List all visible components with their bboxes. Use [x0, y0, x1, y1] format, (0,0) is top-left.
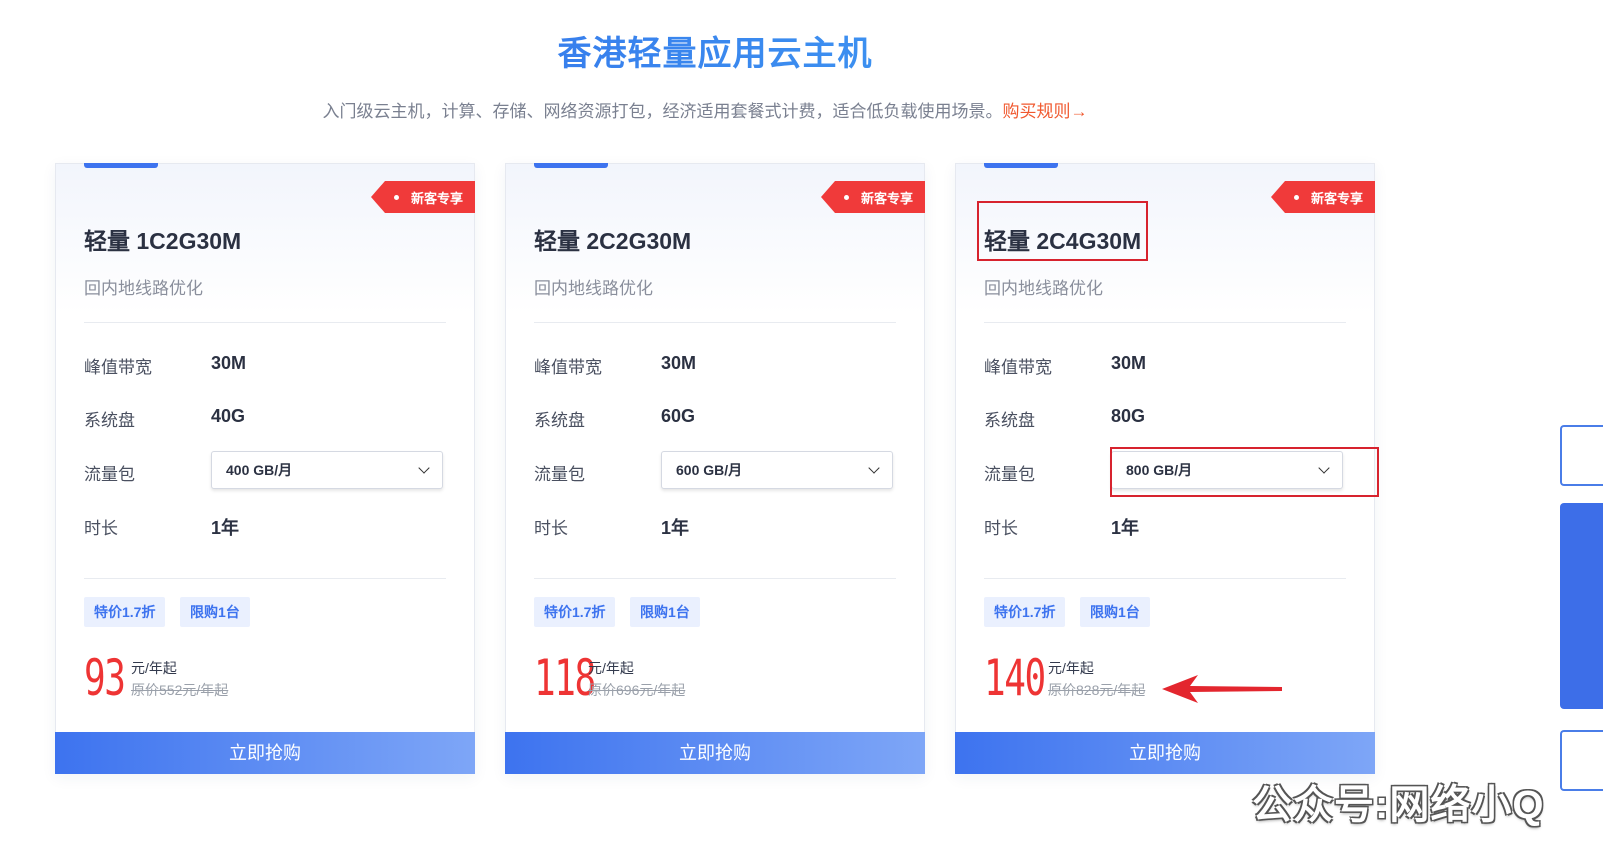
bandwidth-value: 30M — [1111, 353, 1147, 373]
price-value: 93 — [84, 649, 126, 707]
divider — [984, 578, 1346, 579]
duration-value: 1年 — [661, 518, 690, 538]
price-value: 140 — [984, 649, 1046, 707]
traffic-select[interactable]: 400 GB/月 — [211, 451, 443, 489]
divider — [984, 322, 1346, 323]
limit-tag: 限购1台 — [630, 597, 700, 627]
badge-label: 新客专享 — [860, 190, 913, 206]
traffic-label: 流量包 — [984, 465, 1035, 484]
original-price: 原价696元/年起 — [588, 682, 686, 698]
badge-label: 新客专享 — [410, 190, 463, 206]
buy-now-button[interactable]: 立即抢购 — [55, 732, 475, 774]
new-customer-badge: 新客专享 — [821, 181, 925, 213]
side-widget-top[interactable] — [1560, 425, 1603, 486]
original-price: 原价552元/年起 — [131, 682, 229, 698]
traffic-select-value: 400 GB/月 — [226, 462, 293, 478]
badge-dot-icon — [1293, 194, 1299, 200]
divider — [84, 578, 446, 579]
duration-label: 时长 — [84, 519, 118, 538]
side-widget-bottom[interactable] — [1560, 730, 1603, 791]
bandwidth-value: 30M — [211, 353, 247, 373]
new-customer-badge: 新客专享 — [1271, 181, 1375, 213]
divider — [84, 322, 446, 323]
duration-label: 时长 — [534, 519, 568, 538]
buy-now-button[interactable]: 立即抢购 — [955, 732, 1375, 774]
disk-value: 40G — [211, 406, 246, 426]
plan-card-1c2g: 新客专享 轻量 1C2G30M 回内地线路优化 峰值带宽 30M 系统盘 40G… — [55, 163, 475, 774]
plan-name: 轻量 2C2G30M — [534, 228, 692, 254]
traffic-select[interactable]: 600 GB/月 — [661, 451, 893, 489]
bandwidth-value: 30M — [661, 353, 697, 373]
discount-tag: 特价1.7折 — [84, 597, 166, 627]
badge-label: 新客专享 — [1310, 190, 1363, 206]
plan-name: 轻量 1C2G30M — [84, 228, 242, 254]
chevron-down-icon — [418, 462, 430, 474]
badge-dot-icon — [843, 194, 849, 200]
bandwidth-label: 峰值带宽 — [534, 358, 602, 377]
divider — [534, 578, 896, 579]
bandwidth-label: 峰值带宽 — [84, 358, 152, 377]
disk-label: 系统盘 — [534, 411, 585, 430]
badge-dot-icon — [393, 194, 399, 200]
disk-label: 系统盘 — [984, 411, 1035, 430]
chevron-down-icon — [868, 462, 880, 474]
page-subtitle: 入门级云主机，计算、存储、网络资源打包，经济适用套餐式计费，适合低负载使用场景。… — [0, 97, 1410, 122]
plan-subtitle: 回内地线路优化 — [534, 279, 653, 298]
discount-tag: 特价1.7折 — [534, 597, 616, 627]
traffic-select-value: 600 GB/月 — [676, 462, 743, 478]
price-unit: 元/年起 — [1048, 660, 1094, 676]
subtitle-text: 入门级云主机，计算、存储、网络资源打包，经济适用套餐式计费，适合低负载使用场景。 — [322, 102, 1003, 121]
bandwidth-label: 峰值带宽 — [984, 358, 1052, 377]
limit-tag: 限购1台 — [180, 597, 250, 627]
disk-value: 60G — [661, 406, 696, 426]
plan-subtitle: 回内地线路优化 — [984, 279, 1103, 298]
watermark-text: 公众号:网络小Q — [1252, 783, 1545, 827]
discount-tag: 特价1.7折 — [984, 597, 1066, 627]
original-price: 原价828元/年起 — [1048, 682, 1146, 698]
disk-label: 系统盘 — [84, 411, 135, 430]
annotation-box-plan-name — [977, 201, 1148, 261]
traffic-label: 流量包 — [534, 465, 585, 484]
disk-value: 80G — [1111, 406, 1146, 426]
duration-value: 1年 — [1111, 518, 1140, 538]
price-unit: 元/年起 — [131, 660, 177, 676]
duration-label: 时长 — [984, 519, 1018, 538]
new-customer-badge: 新客专享 — [371, 181, 475, 213]
card-top-accent — [534, 163, 608, 168]
traffic-label: 流量包 — [84, 465, 135, 484]
page-title: 香港轻量应用云主机 — [0, 26, 1430, 75]
price-unit: 元/年起 — [588, 660, 634, 676]
duration-value: 1年 — [211, 518, 240, 538]
buy-now-button[interactable]: 立即抢购 — [505, 732, 925, 774]
purchase-rules-link[interactable]: 购买规则→ — [1003, 102, 1088, 121]
card-top-accent — [84, 163, 158, 168]
annotation-box-traffic — [1110, 447, 1379, 497]
plan-card-2c2g: 新客专享 轻量 2C2G30M 回内地线路优化 峰值带宽 30M 系统盘 60G… — [505, 163, 925, 774]
annotation-arrow-icon — [1162, 675, 1282, 703]
card-top-accent — [984, 163, 1058, 168]
side-consult-bar[interactable] — [1560, 503, 1603, 709]
plan-subtitle: 回内地线路优化 — [84, 279, 203, 298]
divider — [534, 322, 896, 323]
limit-tag: 限购1台 — [1080, 597, 1150, 627]
price-value: 118 — [534, 649, 596, 707]
